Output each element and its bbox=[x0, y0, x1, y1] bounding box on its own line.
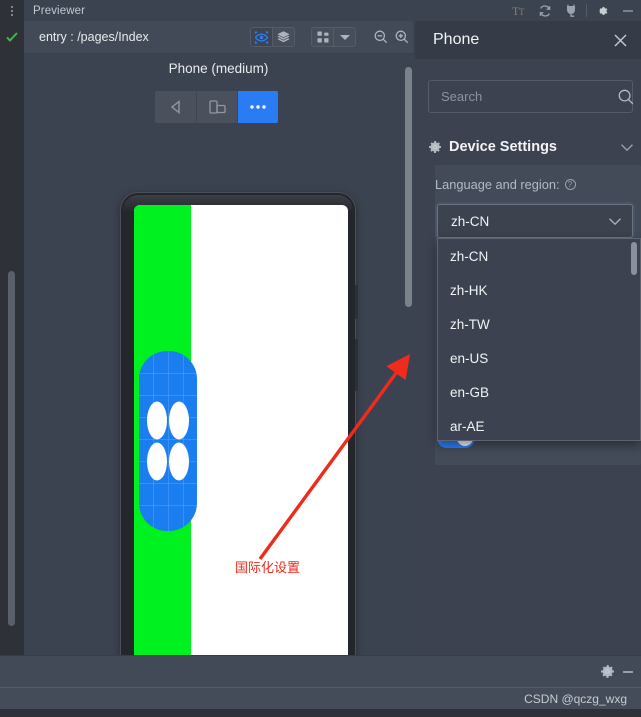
zoom-out-icon[interactable] bbox=[370, 24, 391, 50]
search-input[interactable] bbox=[429, 89, 617, 104]
language-region-value: zh-CN bbox=[451, 213, 490, 229]
gear-icon[interactable] bbox=[589, 0, 615, 21]
device-plug-icon[interactable] bbox=[558, 0, 584, 21]
gear-icon[interactable] bbox=[600, 664, 615, 679]
phone-side-button-power bbox=[355, 339, 358, 391]
device-control-buttons bbox=[155, 91, 278, 123]
chevron-down-icon[interactable] bbox=[608, 217, 622, 226]
text-size-icon[interactable]: TT bbox=[506, 0, 532, 21]
dropdown-option[interactable]: en-US bbox=[438, 341, 640, 375]
more-dots-icon[interactable] bbox=[237, 91, 278, 123]
chevron-down-icon[interactable] bbox=[334, 28, 356, 46]
zoom-in-icon[interactable] bbox=[392, 24, 413, 50]
layout-grid-icon[interactable] bbox=[312, 28, 334, 46]
refresh-icon[interactable] bbox=[532, 0, 558, 21]
status-check-icon bbox=[5, 30, 19, 44]
entry-path-label: entry : /pages/Index bbox=[39, 30, 149, 44]
bottom-toolbar bbox=[0, 655, 641, 687]
dot-grid bbox=[147, 401, 189, 481]
minimize-icon[interactable] bbox=[615, 666, 641, 678]
dot bbox=[169, 401, 189, 440]
window-titlebar: Previewer TT bbox=[0, 0, 641, 21]
footer-strip bbox=[0, 709, 641, 717]
dropdown-option[interactable]: zh-TW bbox=[438, 307, 640, 341]
preview-pane: entry : /pages/Index Phone (medium) 国际化设… bbox=[24, 21, 413, 671]
annotation-label: 国际化设置 bbox=[235, 561, 301, 576]
rotate-device-icon[interactable] bbox=[196, 91, 237, 123]
preview-toolbar: entry : /pages/Index bbox=[24, 21, 413, 54]
blue-card bbox=[139, 351, 197, 531]
phone-screen[interactable] bbox=[134, 205, 348, 671]
layout-select-group bbox=[311, 27, 357, 47]
dropdown-scrollbar[interactable] bbox=[631, 242, 637, 275]
panel-title: Phone bbox=[433, 31, 480, 48]
language-region-label-text: Language and region: bbox=[435, 177, 560, 192]
window-title: Previewer bbox=[33, 4, 86, 17]
search-field[interactable] bbox=[428, 80, 635, 113]
dot bbox=[147, 401, 167, 440]
gutter-scrollbar[interactable] bbox=[8, 271, 15, 626]
back-triangle-icon[interactable] bbox=[155, 91, 196, 123]
chevron-down-icon[interactable] bbox=[620, 143, 634, 152]
kebab-menu-icon[interactable] bbox=[0, 0, 24, 21]
toolbar-divider bbox=[586, 4, 587, 17]
panel-header: Phone bbox=[415, 21, 641, 59]
gear-icon bbox=[428, 140, 442, 154]
inspect-eye-icon[interactable] bbox=[250, 28, 273, 46]
svg-text:T: T bbox=[519, 7, 525, 17]
phone-side-button-volume bbox=[355, 285, 358, 319]
device-settings-section-header[interactable]: Device Settings bbox=[428, 135, 641, 159]
dropdown-option[interactable]: ar-AE bbox=[438, 409, 640, 443]
dropdown-option[interactable]: zh-CN bbox=[438, 239, 640, 273]
language-region-label: Language and region: ? bbox=[435, 177, 576, 192]
left-gutter bbox=[0, 21, 24, 655]
search-icon[interactable] bbox=[617, 88, 635, 106]
device-size-label: Phone (medium) bbox=[168, 61, 269, 76]
close-icon[interactable] bbox=[611, 31, 629, 49]
dropdown-option[interactable]: en-GB bbox=[438, 375, 640, 409]
inspect-toggle-group bbox=[249, 27, 296, 47]
help-circle-icon[interactable]: ? bbox=[564, 179, 576, 190]
minimize-icon[interactable] bbox=[615, 0, 641, 21]
layers-icon[interactable] bbox=[272, 28, 295, 46]
dot bbox=[169, 442, 189, 481]
dot bbox=[147, 442, 167, 481]
window-toolbar-icons: TT bbox=[506, 0, 641, 21]
phone-mockup bbox=[121, 193, 358, 671]
section-label: Device Settings bbox=[449, 139, 557, 155]
watermark-bar: CSDN @qczg_wxg bbox=[0, 687, 641, 709]
dropdown-option[interactable]: zh-HK bbox=[438, 273, 640, 307]
preview-vertical-scrollbar[interactable] bbox=[405, 67, 412, 307]
watermark-text: CSDN @qczg_wxg bbox=[524, 691, 627, 706]
language-region-select[interactable]: zh-CN bbox=[437, 204, 633, 238]
language-region-dropdown[interactable]: zh-CN zh-HK zh-TW en-US en-GB ar-AE bbox=[437, 238, 641, 441]
